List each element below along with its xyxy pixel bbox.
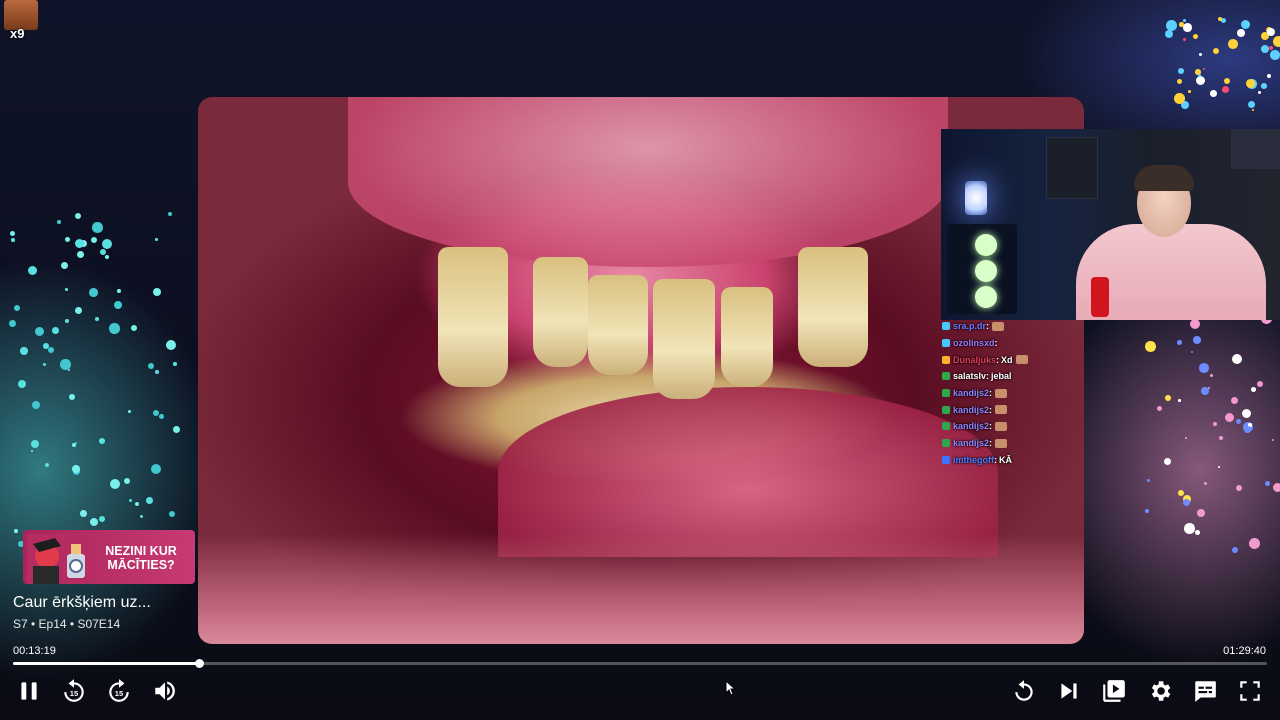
mascot-illustration	[27, 534, 89, 584]
chat-line: sra.p.dr :	[942, 318, 1084, 335]
total-time: 01:29:40	[1223, 645, 1266, 657]
next-episode-button[interactable]	[1054, 676, 1084, 706]
chat-username: Dunaljuks	[953, 354, 997, 365]
forward-15-button[interactable]: 15	[104, 676, 134, 706]
chat-message: Xd	[1001, 354, 1013, 365]
chat-emote-icon	[995, 421, 1008, 431]
webcam-overlay	[941, 129, 1280, 320]
lip-shape	[198, 534, 1084, 644]
shelf-shape	[1046, 137, 1098, 199]
chat-username: kandijs2	[953, 404, 990, 415]
chat-line: salatslv : jebal	[942, 368, 1084, 385]
chat-badge-icon	[942, 439, 950, 448]
chat-badge-icon	[942, 422, 950, 431]
fullscreen-button[interactable]	[1235, 676, 1265, 706]
chat-separator: :	[986, 371, 990, 382]
chat-badge-icon	[942, 389, 950, 398]
teeth-shape	[438, 247, 888, 399]
restart-icon	[1015, 680, 1033, 701]
forward-seconds: 15	[115, 689, 123, 698]
chat-separator: :	[994, 338, 998, 349]
rewind-seconds: 15	[70, 689, 78, 698]
next-episode-icon	[1061, 683, 1077, 699]
episode-title: Caur ērkšķiem uz...	[13, 594, 151, 611]
gum-shape	[498, 387, 998, 557]
chat-username: kandijs2	[953, 388, 990, 399]
current-time: 00:13:19	[13, 645, 56, 657]
chat-emote-icon	[995, 405, 1008, 415]
promo-line-1: NEZINI KUR	[105, 544, 177, 558]
chat-emote-icon	[1015, 355, 1028, 365]
chat-line: imthegoff : KĀ	[942, 452, 1084, 469]
streamer-hair	[1134, 165, 1194, 191]
poster-shape	[1231, 129, 1280, 169]
chat-username: kandijs2	[953, 438, 990, 449]
chat-username: kandijs2	[953, 421, 990, 432]
chat-line: Dunaljuks : Xd	[942, 351, 1084, 368]
restart-button[interactable]	[1009, 676, 1039, 706]
chat-separator: :	[989, 438, 993, 449]
lamp-shape	[965, 181, 987, 215]
chat-emote-icon	[992, 321, 1005, 331]
chat-badge-icon	[942, 355, 950, 364]
bottle-shape	[1091, 277, 1109, 317]
chat-separator: :	[989, 421, 993, 432]
episodes-button[interactable]	[1099, 676, 1129, 706]
forward-15-icon: 15	[109, 679, 129, 702]
rewind-15-button[interactable]: 15	[59, 676, 89, 706]
chat-separator: :	[996, 354, 1000, 365]
rewind-15-icon: 15	[64, 679, 84, 702]
viewer-count: x9	[10, 26, 25, 41]
progress-fill	[13, 662, 199, 665]
chat-separator: :	[989, 404, 993, 415]
chat-message: jebal	[991, 371, 1012, 382]
chat-emote-icon	[995, 438, 1008, 448]
chat-line: kandijs2 :	[942, 401, 1084, 418]
chat-username: sra.p.dr	[953, 321, 987, 332]
progress-bar[interactable]	[13, 659, 1267, 668]
pause-button[interactable]	[14, 676, 44, 706]
volume-button[interactable]	[150, 676, 180, 706]
chat-username: imthegoff	[953, 454, 994, 465]
chat-message: KĀ	[999, 454, 1012, 465]
chat-badge-icon	[942, 405, 950, 414]
episodes-icon	[1103, 680, 1125, 702]
chat-line: kandijs2 :	[942, 435, 1084, 452]
progress-handle[interactable]	[194, 659, 204, 668]
fullscreen-icon	[1240, 681, 1260, 701]
pause-icon	[21, 682, 37, 700]
light-panel	[947, 224, 1017, 314]
chat-badge-icon	[942, 455, 950, 464]
chat-line: kandijs2 :	[942, 385, 1084, 402]
chat-line: kandijs2 :	[942, 418, 1084, 435]
subtitles-icon	[1195, 681, 1216, 702]
subtitles-button[interactable]	[1190, 676, 1220, 706]
chat-badge-icon	[942, 322, 950, 331]
volume-icon	[155, 681, 175, 701]
chat-separator: :	[986, 321, 990, 332]
chat-badge-icon	[942, 372, 950, 381]
chat-line: ozolinsxd :	[942, 335, 1084, 352]
chat-separator: :	[994, 454, 997, 465]
promo-line-2: MĀCĪTIES?	[107, 558, 175, 572]
gum-shape	[348, 97, 948, 267]
gear-icon	[1151, 681, 1171, 701]
chat-badge-icon	[942, 339, 950, 348]
chat-emote-icon	[995, 388, 1008, 398]
mouse-cursor-icon	[725, 680, 737, 696]
chat-overlay: sra.p.dr : ozolinsxd : Dunaljuks : Xd salats…	[942, 318, 1084, 468]
promo-text: NEZINI KUR MĀCĪTIES?	[91, 544, 191, 572]
chat-username: salatslv	[953, 371, 987, 382]
chat-separator: :	[989, 388, 993, 399]
settings-button[interactable]	[1145, 676, 1175, 706]
promo-banner[interactable]: NEZINI KUR MĀCĪTIES?	[23, 530, 195, 584]
episode-subtitle: S7 • Ep14 • S07E14	[13, 617, 121, 631]
chat-username: ozolinsxd	[953, 338, 995, 349]
